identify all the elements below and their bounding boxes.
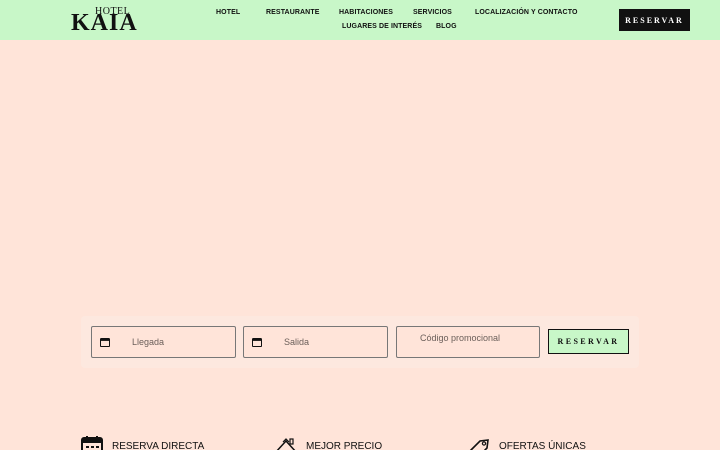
nav-item-lugares[interactable]: LUGARES DE INTERÉS xyxy=(342,23,422,30)
feature-mejor-precio: MEJOR PRECIO xyxy=(274,436,404,450)
header-reserve-button[interactable]: RESERVAR xyxy=(619,9,690,31)
tag-icon xyxy=(469,439,489,450)
feature-label: RESERVA DIRECTA xyxy=(112,441,205,450)
nav-item-hotel[interactable]: HOTEL xyxy=(216,9,240,16)
feature-reserva-directa: RESERVA DIRECTA xyxy=(81,436,221,450)
booking-reserve-button[interactable]: RESERVAR xyxy=(548,329,629,354)
nav-item-localizacion[interactable]: LOCALIZACIÓN Y CONTACTO xyxy=(475,9,578,16)
departure-date-field[interactable]: Salida xyxy=(243,326,388,358)
house-icon xyxy=(276,438,296,450)
hotel-logo[interactable]: HOTEL KAIA xyxy=(71,6,138,36)
promo-code-placeholder: Código promocional xyxy=(420,333,501,343)
promo-code-input[interactable]: Código promocional xyxy=(396,326,540,358)
calendar-icon xyxy=(252,338,262,347)
feature-ofertas-unicas: OFERTAS ÚNICAS xyxy=(466,436,606,450)
feature-label: OFERTAS ÚNICAS xyxy=(499,441,586,450)
calendar-icon xyxy=(81,436,103,450)
feature-label: MEJOR PRECIO xyxy=(306,441,383,450)
departure-date-label: Salida xyxy=(284,337,310,347)
nav-item-servicios[interactable]: SERVICIOS xyxy=(413,9,452,16)
nav-item-habitaciones[interactable]: HABITACIONES xyxy=(339,9,393,16)
site-header: HOTEL KAIA HOTEL RESTAURANTE HABITACIONE… xyxy=(0,0,720,40)
arrival-date-field[interactable]: Llegada xyxy=(91,326,236,358)
nav-item-blog[interactable]: BLOG xyxy=(436,23,457,30)
calendar-icon xyxy=(100,338,110,347)
logo-main-text: KAIA xyxy=(71,10,138,36)
arrival-date-label: Llegada xyxy=(132,337,165,347)
nav-item-restaurante[interactable]: RESTAURANTE xyxy=(266,9,319,16)
